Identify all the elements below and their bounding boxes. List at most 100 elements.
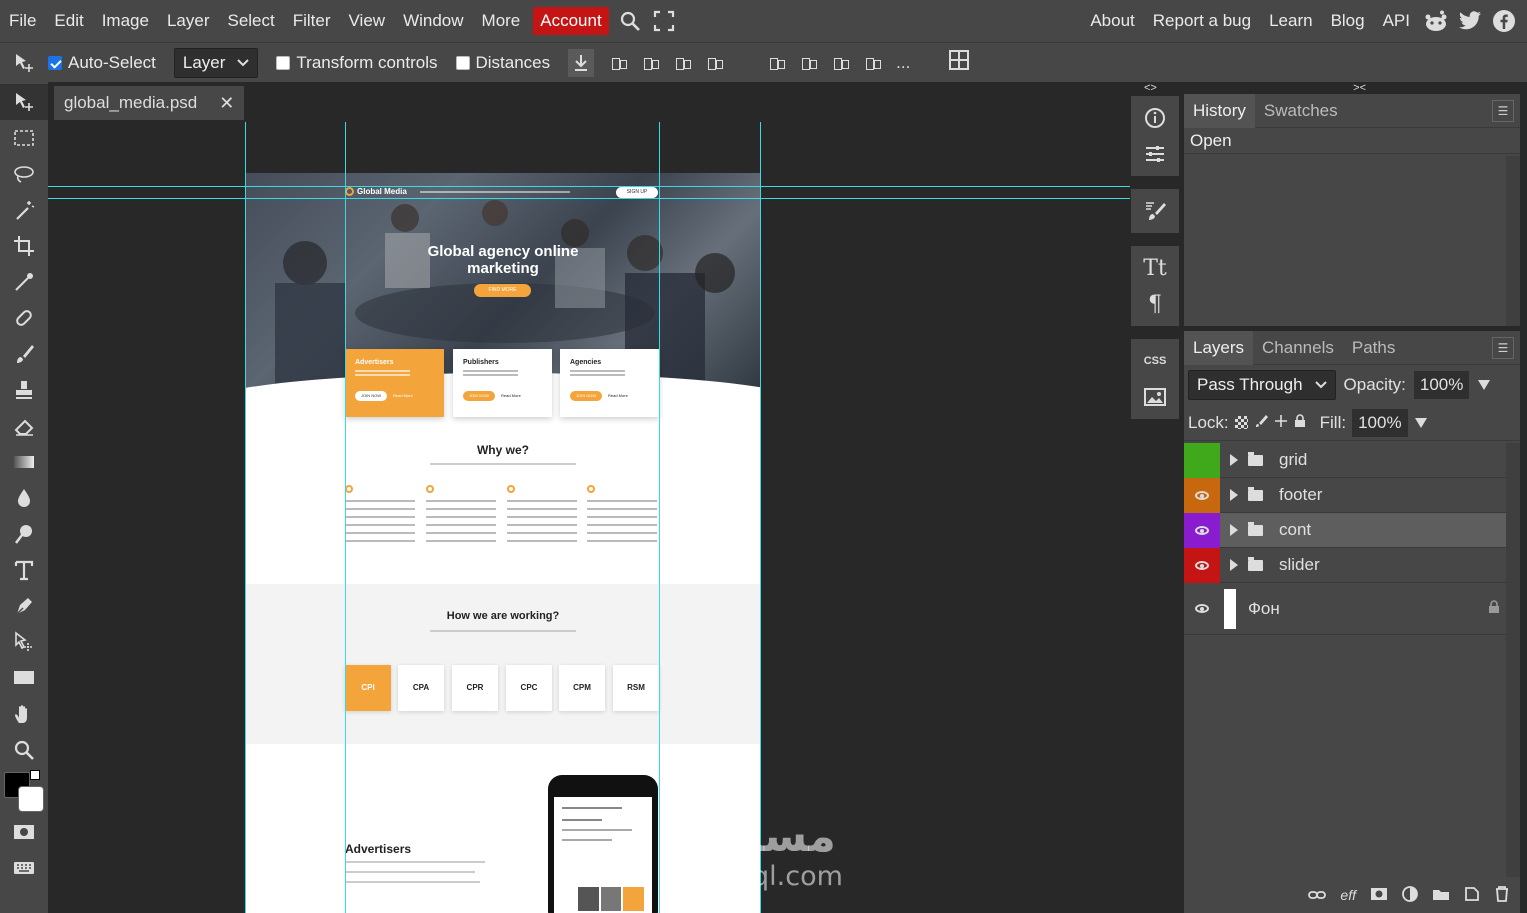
layer-visibility-toggle[interactable]	[1184, 547, 1220, 583]
align-center-h-icon[interactable]	[642, 54, 660, 72]
distances-check-icon[interactable]	[455, 55, 470, 70]
effects-icon[interactable]: eff	[1340, 887, 1356, 903]
distribute-h-icon[interactable]	[706, 54, 724, 72]
paragraph-icon[interactable]: ¶	[1131, 286, 1179, 322]
align-top-icon[interactable]	[768, 54, 786, 72]
menu-view[interactable]: View	[340, 0, 395, 42]
more-options-button[interactable]: ...	[896, 53, 910, 73]
guide-vertical[interactable]	[659, 122, 660, 913]
adjustments-icon[interactable]	[1131, 136, 1179, 172]
layer-row-background[interactable]: Фон	[1184, 583, 1506, 635]
tab-paths[interactable]: Paths	[1343, 331, 1404, 365]
layer-row-footer[interactable]: footer	[1184, 477, 1506, 513]
layer-row-cont[interactable]: cont	[1184, 512, 1506, 548]
layer-row-slider[interactable]: slider	[1184, 547, 1506, 583]
transform-controls-checkbox[interactable]: Transform controls	[276, 53, 438, 73]
menu-file[interactable]: File	[0, 0, 45, 42]
dodge-tool-icon[interactable]	[0, 516, 48, 552]
lock-pixels-icon[interactable]	[1254, 413, 1268, 433]
menu-about[interactable]: About	[1081, 0, 1143, 42]
layer-color-tag[interactable]	[1184, 442, 1220, 478]
move-tool-icon[interactable]	[0, 84, 48, 120]
menu-more[interactable]: More	[473, 0, 530, 42]
layers-scrollbar[interactable]	[1506, 443, 1520, 877]
layer-row-grid[interactable]: grid	[1184, 442, 1506, 478]
zoom-tool-icon[interactable]	[0, 732, 48, 768]
lasso-tool-icon[interactable]	[0, 156, 48, 192]
magic-wand-tool-icon[interactable]	[0, 192, 48, 228]
lock-position-icon[interactable]	[1274, 413, 1288, 433]
align-bottom-icon[interactable]	[832, 54, 850, 72]
align-left-icon[interactable]	[610, 54, 628, 72]
adjustment-icon[interactable]	[1402, 885, 1418, 905]
canvas-area[interactable]: Global Media SIGN UP Global agency onlin…	[48, 122, 1130, 913]
eyedropper-tool-icon[interactable]	[0, 264, 48, 300]
menu-edit[interactable]: Edit	[45, 0, 92, 42]
close-tab-icon[interactable]: ✕	[219, 93, 234, 114]
search-icon[interactable]	[613, 0, 647, 42]
align-right-icon[interactable]	[674, 54, 692, 72]
menu-layer[interactable]: Layer	[158, 0, 219, 42]
expand-triangle-icon[interactable]	[1230, 489, 1238, 501]
hand-tool-icon[interactable]	[0, 696, 48, 732]
fullscreen-icon[interactable]	[647, 0, 681, 42]
gradient-tool-icon[interactable]	[0, 444, 48, 480]
swap-colors-icon[interactable]	[30, 770, 40, 780]
layer-select[interactable]: Layer	[173, 47, 259, 78]
layer-visibility-toggle[interactable]	[1184, 512, 1220, 548]
crop-tool-icon[interactable]	[0, 228, 48, 264]
menu-select[interactable]: Select	[218, 0, 283, 42]
menu-report-bug[interactable]: Report a bug	[1144, 0, 1260, 42]
character-icon[interactable]: Tt	[1131, 250, 1179, 286]
tab-layers[interactable]: Layers	[1184, 330, 1254, 365]
account-button[interactable]: Account	[533, 7, 609, 35]
background-color[interactable]	[18, 786, 44, 812]
guide-horizontal[interactable]	[48, 198, 1130, 199]
grid-icon[interactable]	[948, 49, 970, 76]
info-icon[interactable]	[1131, 100, 1179, 136]
menu-window[interactable]: Window	[394, 0, 472, 42]
opacity-dropdown-icon[interactable]	[1477, 379, 1491, 391]
document-canvas[interactable]: Global Media SIGN UP Global agency onlin…	[245, 173, 761, 913]
distances-checkbox[interactable]: Distances	[455, 53, 550, 73]
type-tool-icon[interactable]	[0, 552, 48, 588]
history-menu-icon[interactable]: ☰	[1492, 99, 1514, 122]
image-icon[interactable]	[1131, 379, 1179, 415]
mask-icon[interactable]	[1370, 887, 1388, 904]
fill-input[interactable]: 100%	[1352, 408, 1408, 437]
marquee-tool-icon[interactable]	[0, 120, 48, 156]
layers-menu-icon[interactable]: ☰	[1492, 336, 1514, 359]
color-swatches[interactable]	[0, 768, 48, 814]
auto-select-check-icon[interactable]	[48, 55, 62, 70]
opacity-input[interactable]: 100%	[1413, 371, 1470, 399]
download-icon[interactable]	[568, 48, 595, 77]
history-scrollbar[interactable]	[1506, 156, 1520, 326]
reddit-icon[interactable]	[1419, 0, 1453, 42]
healing-tool-icon[interactable]	[0, 300, 48, 336]
expand-triangle-icon[interactable]	[1230, 559, 1238, 571]
quick-mask-icon[interactable]	[0, 814, 48, 850]
pen-tool-icon[interactable]	[0, 588, 48, 624]
link-icon[interactable]	[1308, 887, 1327, 903]
stamp-tool-icon[interactable]	[0, 372, 48, 408]
guide-vertical[interactable]	[345, 122, 346, 913]
layer-visibility-toggle[interactable]	[1184, 583, 1220, 635]
collapse-right-button[interactable]: ><	[1353, 82, 1366, 94]
trash-icon[interactable]	[1494, 885, 1510, 905]
menu-image[interactable]: Image	[93, 0, 158, 42]
blur-tool-icon[interactable]	[0, 480, 48, 516]
guide-horizontal[interactable]	[48, 186, 1130, 187]
document-tab[interactable]: global_media.psd ✕	[54, 86, 245, 120]
tab-channels[interactable]: Channels	[1253, 331, 1343, 365]
menu-blog[interactable]: Blog	[1322, 0, 1374, 42]
path-select-tool-icon[interactable]	[0, 624, 48, 660]
expand-triangle-icon[interactable]	[1230, 524, 1238, 536]
eraser-tool-icon[interactable]	[0, 408, 48, 444]
menu-api[interactable]: API	[1374, 0, 1419, 42]
transform-controls-check-icon[interactable]	[276, 55, 291, 70]
new-group-icon[interactable]	[1432, 887, 1450, 904]
fill-dropdown-icon[interactable]	[1414, 417, 1428, 429]
twitter-icon[interactable]	[1453, 0, 1487, 42]
menu-learn[interactable]: Learn	[1260, 0, 1321, 42]
collapse-left-button[interactable]: <>	[1144, 82, 1157, 94]
